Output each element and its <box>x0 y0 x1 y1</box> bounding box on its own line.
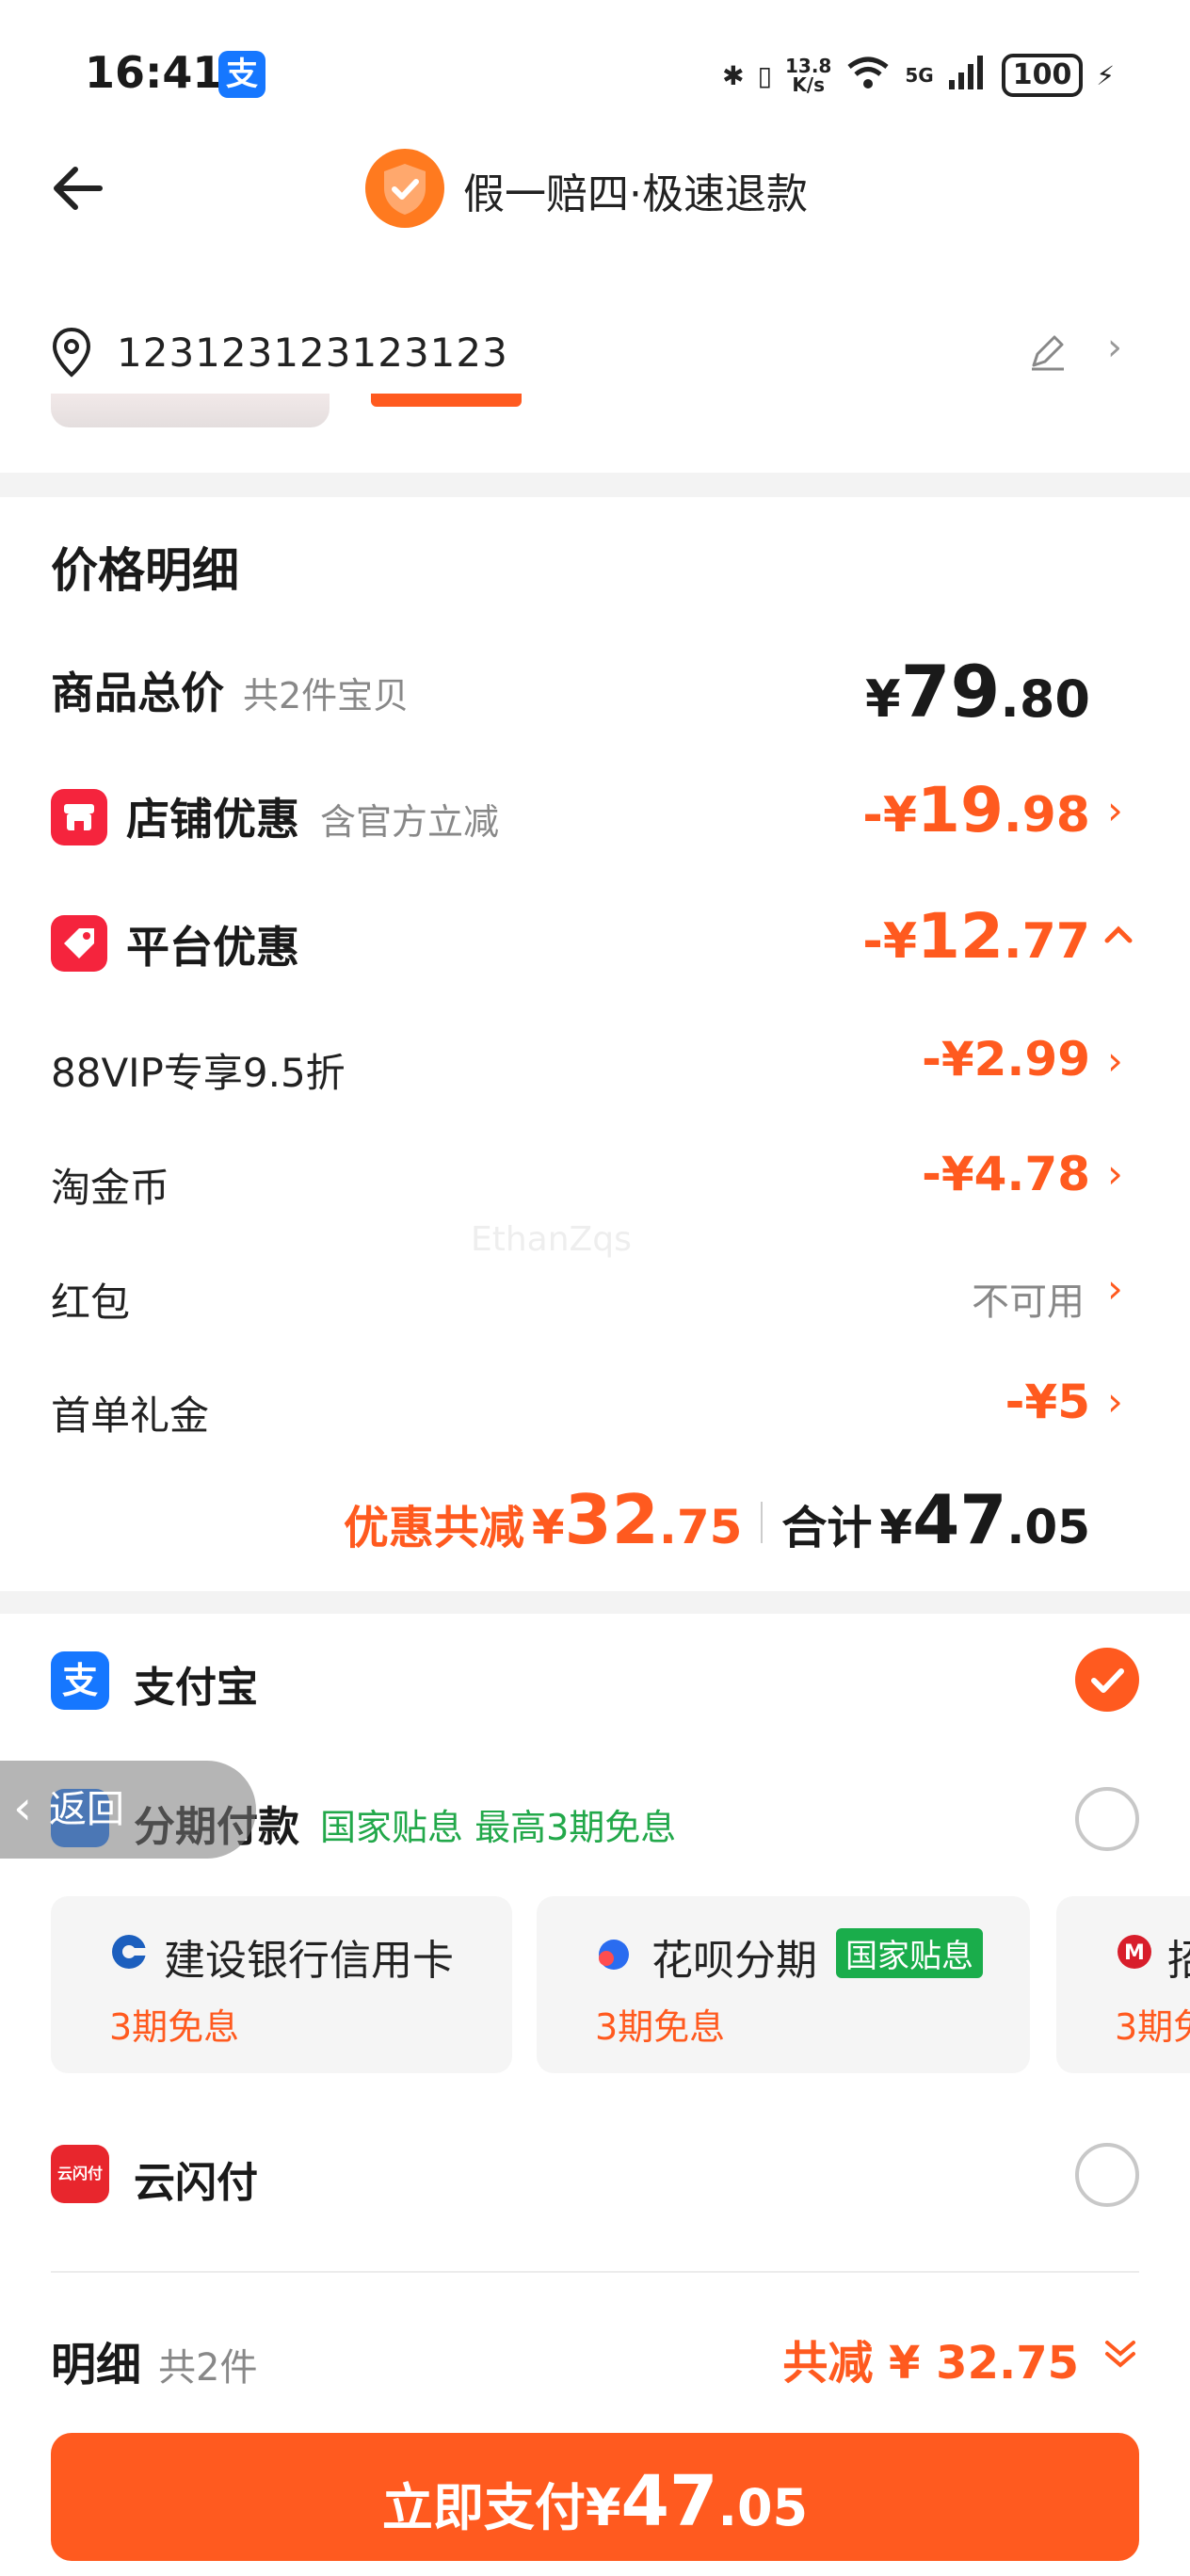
bluetooth-icon: ✱ <box>722 59 745 91</box>
svg-text:支: 支 <box>62 1660 98 1701</box>
shop-icon <box>51 789 107 845</box>
vip-discount-value: -¥2.99 <box>922 1032 1090 1087</box>
taojinbi-label: 淘金币 <box>51 1165 170 1211</box>
chevron-left-icon: ‹ <box>13 1780 32 1835</box>
shop-discount-value: -¥19.98 <box>862 774 1090 846</box>
network-type: 5G <box>905 64 934 87</box>
network-speed: 13.8 K/s <box>785 55 832 96</box>
installment-option-ccb[interactable]: 建设银行信用卡 3期免息 <box>51 1896 512 2073</box>
goods-total-row: 商品总价 共2件宝贝 <box>51 659 409 721</box>
platform-discount-label[interactable]: 平台优惠 <box>126 913 299 975</box>
alipay-radio-selected[interactable] <box>1075 1648 1139 1712</box>
location-pin-icon <box>49 326 94 378</box>
taojinbi-value: -¥4.78 <box>922 1147 1090 1201</box>
totals-row: 优惠共减 ¥32.75 合计 ¥47.05 <box>343 1480 1090 1559</box>
wifi-icon <box>844 54 892 98</box>
vibrate-icon: ▯ <box>757 59 772 91</box>
ccb-logo-icon <box>109 1932 149 1972</box>
goods-total-label: 商品总价 <box>51 668 224 718</box>
address-chevron-right-icon[interactable]: › <box>1107 326 1122 369</box>
signal-icon <box>947 54 989 98</box>
installment-option-huabei[interactable]: 花呗分期 国家贴息 3期免息 <box>537 1896 1030 2073</box>
section-divider <box>0 1591 1190 1614</box>
alipay-label[interactable]: 支付宝 <box>134 1653 258 1714</box>
summary-label: 明细 <box>51 2339 142 2391</box>
red-packet-label: 红包 <box>51 1280 131 1326</box>
unionpay-radio[interactable] <box>1075 2143 1139 2207</box>
alipay-notification-icon: 支 <box>218 51 265 98</box>
grand-total-label: 合计 <box>781 1502 873 1554</box>
goods-count: 共2件宝贝 <box>243 675 410 716</box>
shield-icon <box>365 149 444 228</box>
red-packet-value: 不可用 <box>972 1280 1085 1324</box>
discount-total-label: 优惠共减 <box>343 1502 524 1554</box>
platform-discount-value: -¥12.77 <box>862 900 1090 973</box>
platform-discount-chevron-up-icon[interactable] <box>1102 915 1135 961</box>
vip-discount-label: 88VIP专享9.5折 <box>51 1050 346 1096</box>
first-order-label: 首单礼金 <box>51 1393 210 1439</box>
edit-icon[interactable] <box>1026 330 1069 373</box>
summary-saving[interactable]: 共减 ¥ 32.75 <box>782 2326 1079 2391</box>
goods-total-price: ¥79.80 <box>864 650 1090 733</box>
huabei-logo-icon <box>593 1934 635 1972</box>
summary-count: 共2件 <box>158 2346 258 2390</box>
double-chevron-down-icon[interactable] <box>1102 2335 1139 2373</box>
svg-text:M: M <box>1124 1941 1145 1965</box>
price-details-title: 价格明细 <box>51 543 239 598</box>
shop-discount-row[interactable]: 店铺优惠 含官方立减 <box>126 785 499 847</box>
cmb-logo-icon: M <box>1115 1932 1154 1972</box>
back-arrow-icon[interactable] <box>47 158 107 218</box>
taojinbi-chevron-right-icon[interactable]: › <box>1107 1151 1123 1197</box>
unionpay-label[interactable]: 云闪付 <box>134 2149 258 2209</box>
status-icons: ✱ ▯ 13.8 K/s 5G 100 ⚡ <box>722 49 1115 102</box>
installment-option-cmb[interactable]: M 招 3期免 <box>1056 1896 1190 2073</box>
unionpay-quickpass-icon: 云闪付 <box>51 2145 109 2203</box>
section-divider <box>0 473 1190 497</box>
product-price-peek <box>371 394 522 412</box>
vip-chevron-right-icon[interactable]: › <box>1107 1038 1123 1084</box>
battery-indicator: 100 <box>1001 54 1084 97</box>
status-bar: 16:41 支 ✱ ▯ 13.8 K/s 5G 100 ⚡ <box>0 0 1190 151</box>
summary-row: 明细 共2件 <box>51 2327 257 2393</box>
gov-subsidy-tag: 国家贴息 <box>836 1928 983 1978</box>
installment-radio[interactable] <box>1075 1787 1139 1851</box>
floating-back-button[interactable]: ‹ 返回 <box>0 1761 256 1859</box>
product-thumbnail-peek <box>51 394 330 427</box>
charging-icon: ⚡ <box>1096 59 1115 91</box>
shop-discount-chevron-right-icon[interactable]: › <box>1107 787 1123 833</box>
first-order-value: -¥5 <box>1005 1375 1090 1429</box>
first-order-chevron-right-icon[interactable]: › <box>1107 1378 1123 1425</box>
summary-divider <box>51 2271 1139 2273</box>
pay-now-button[interactable]: 立即支付¥47.05 <box>51 2433 1139 2561</box>
tag-icon <box>51 915 107 972</box>
alipay-icon: 支 <box>51 1651 109 1710</box>
totals-separator <box>761 1502 764 1543</box>
delivery-address[interactable]: 123123123123123 <box>117 330 508 376</box>
page-title: 假一赔四·极速退款 <box>463 170 808 218</box>
shop-discount-label: 店铺优惠 <box>126 794 299 845</box>
red-packet-chevron-right-icon[interactable]: › <box>1107 1265 1123 1312</box>
grand-total-value: 47 <box>912 1480 1007 1559</box>
watermark: EthanZqs <box>471 1220 632 1259</box>
status-time: 16:41 <box>85 47 223 98</box>
installment-promo: 国家贴息 最高3期免息 <box>320 1807 677 1848</box>
shop-discount-sub: 含官方立减 <box>320 801 500 843</box>
discount-total-value: 32 <box>564 1480 659 1559</box>
